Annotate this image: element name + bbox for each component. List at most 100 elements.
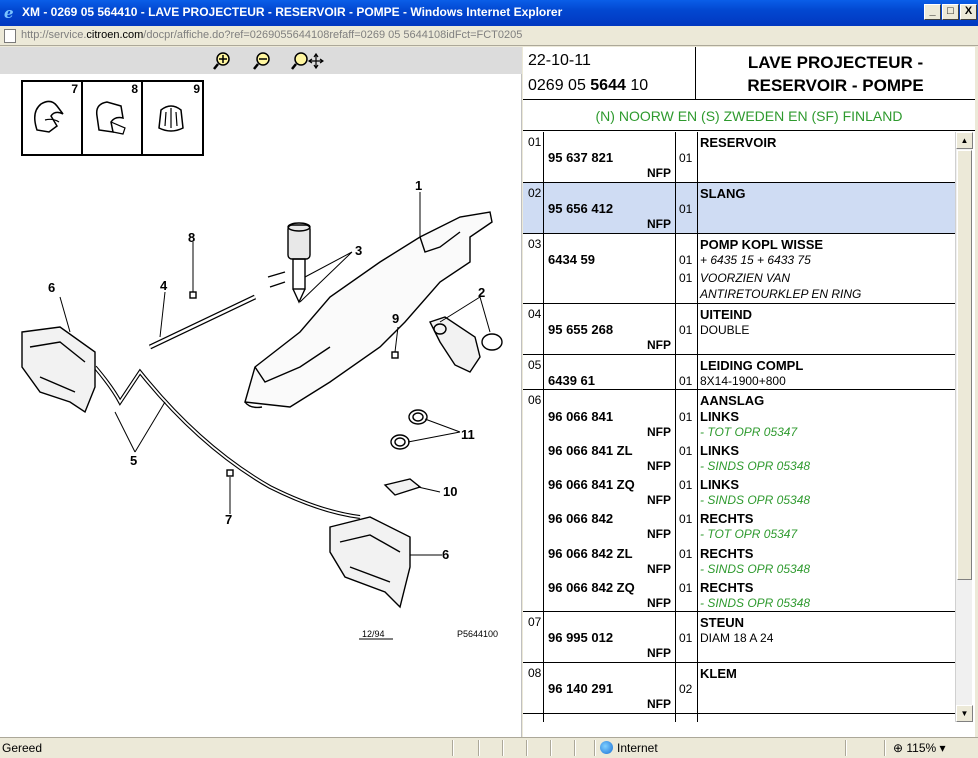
table-row-selected[interactable]: 02 95 656 412 NFP 01 SLANG	[523, 183, 955, 234]
table-row-partial[interactable]	[523, 714, 955, 722]
parts-header: 22-10-11 0269 05 5644 10 LAVE PROJECTEUR…	[523, 47, 975, 100]
quantity: 01	[679, 151, 693, 165]
callout-11: 11	[461, 427, 475, 442]
quantity: 01	[679, 547, 693, 561]
part-description: RESERVOIR	[700, 135, 777, 150]
table-row[interactable]: 07 96 995 012 NFP 01 STEUN DIAM 18 A 24	[523, 612, 955, 663]
part-number: 96 066 842	[548, 511, 614, 526]
nfp-flag: NFP	[647, 425, 671, 439]
scrollbar-thumb[interactable]	[957, 150, 972, 580]
callout-1: 1	[415, 178, 422, 193]
variant-description: LINKS	[700, 443, 739, 458]
part-note: VOORZIEN VAN	[700, 271, 791, 285]
row-index: 05	[528, 358, 542, 372]
part-note: 8X14-1900+800	[700, 374, 786, 388]
quantity: 01	[679, 271, 693, 285]
part-description: POMP KOPL WISSE	[700, 237, 824, 252]
nfp-flag: NFP	[647, 646, 671, 660]
variant-note: - SINDS OPR 05348	[700, 459, 811, 473]
quantity: 01	[679, 478, 693, 492]
variant-note: - SINDS OPR 05348	[700, 596, 811, 610]
globe-icon	[600, 741, 613, 754]
part-number: 96 140 291	[548, 681, 614, 696]
table-row[interactable]: 05 6439 61 01 LEIDING COMPL 8X14-1900+80…	[523, 355, 955, 390]
page-icon	[4, 29, 16, 43]
table-row[interactable]: 03 6434 59 01 01 POMP KOPL WISSE + 6435 …	[523, 234, 955, 304]
nfp-flag: NFP	[647, 527, 671, 541]
nfp-flag: NFP	[647, 562, 671, 576]
variant-description: LINKS	[700, 477, 739, 492]
minimize-button[interactable]: _	[924, 4, 941, 20]
callout-6: 6	[48, 280, 55, 295]
row-index: 07	[528, 615, 542, 629]
variant-note: - TOT OPR 05347	[700, 425, 798, 439]
quantity: 01	[679, 374, 693, 388]
quantity: 01	[679, 410, 693, 424]
table-row[interactable]: 06 AANSLAG 96 066 841 NFP 01 LINKS - TOT…	[523, 390, 955, 612]
zoom-level[interactable]: ⊕ 115% ▾	[893, 741, 946, 755]
part-note: DOUBLE	[700, 323, 750, 337]
row-index: 01	[528, 135, 542, 149]
status-text: Gereed	[2, 741, 43, 755]
page-title: LAVE PROJECTEUR - RESERVOIR - POMPE	[747, 53, 924, 95]
part-description: AANSLAG	[700, 393, 765, 408]
part-number: 96 066 842 ZQ	[548, 580, 635, 595]
part-note: ANTIRETOURKLEP EN RING	[700, 287, 862, 301]
exploded-parts-diagram: 1 2 3 4 5 6 6 7 8 9 10 11 12/94 P5644100	[21, 178, 503, 640]
diagram-code: P5644100	[457, 629, 498, 639]
variant-description: RECHTS	[700, 546, 754, 561]
part-description: LEIDING COMPL	[700, 358, 804, 373]
part-number: 95 655 268	[548, 322, 614, 337]
part-number: 96 066 841 ZQ	[548, 477, 635, 492]
nfp-flag: NFP	[647, 596, 671, 610]
print-date: 22-10-11	[528, 52, 591, 69]
country-restriction: (N) NOORW EN (S) ZWEDEN EN (SF) FINLAND	[523, 101, 975, 131]
ie-logo-icon: e	[4, 4, 14, 22]
table-row[interactable]: 01 95 637 821 NFP 01 RESERVOIR	[523, 132, 955, 183]
window-title: XM - 0269 05 564410 - LAVE PROJECTEUR - …	[22, 5, 563, 19]
variant-description: RECHTS	[700, 580, 754, 595]
part-number: 95 656 412	[548, 201, 614, 216]
maximize-button[interactable]: □	[942, 4, 959, 20]
table-row[interactable]: 04 95 655 268 NFP 01 UITEIND DOUBLE	[523, 304, 955, 355]
security-zone[interactable]: Internet	[600, 741, 658, 755]
scroll-down-arrow-icon[interactable]: ▼	[956, 705, 973, 722]
part-note: DIAM 18 A 24	[700, 631, 774, 645]
callout-8: 8	[188, 230, 195, 245]
callout-3: 3	[355, 243, 362, 258]
nfp-flag: NFP	[647, 166, 671, 180]
window-titlebar: e XM - 0269 05 564410 - LAVE PROJECTEUR …	[0, 0, 978, 26]
date-stamp: 12/94	[362, 629, 385, 639]
part-description: KLEM	[700, 666, 737, 681]
part-number: 96 066 841 ZL	[548, 443, 633, 458]
variant-note: - SINDS OPR 05348	[700, 493, 811, 507]
quantity: 01	[679, 444, 693, 458]
callout-5: 5	[130, 453, 137, 468]
table-row[interactable]: 08 96 140 291 NFP 02 KLEM	[523, 663, 955, 714]
quantity: 01	[679, 581, 693, 595]
close-button[interactable]: X	[960, 4, 977, 20]
part-number: 95 637 821	[548, 150, 614, 165]
row-index: 03	[528, 237, 542, 251]
part-number: 6434 59	[548, 252, 595, 267]
status-bar: Gereed Internet ⊕ 115% ▾	[0, 737, 978, 758]
quantity: 01	[679, 253, 693, 267]
quantity: 01	[679, 202, 693, 216]
part-number: 96 995 012	[548, 630, 614, 645]
address-bar[interactable]: http://service.citroen.com/docpr/affiche…	[0, 26, 978, 46]
url-text[interactable]: http://service.citroen.com/docpr/affiche…	[21, 29, 522, 41]
part-description: STEUN	[700, 615, 745, 630]
quantity: 02	[679, 682, 693, 696]
variant-note: - SINDS OPR 05348	[700, 562, 811, 576]
parts-list-pane: 22-10-11 0269 05 5644 10 LAVE PROJECTEUR…	[523, 47, 975, 737]
nfp-flag: NFP	[647, 493, 671, 507]
vertical-scrollbar[interactable]: ▲ ▼	[955, 132, 973, 722]
part-number: 6439 61	[548, 373, 595, 388]
row-index: 04	[528, 307, 542, 321]
parts-table: 01 95 637 821 NFP 01 RESERVOIR 02 95 656…	[523, 132, 955, 722]
variant-description: LINKS	[700, 409, 739, 424]
part-note: + 6435 15 + 6433 75	[700, 253, 811, 267]
scroll-up-arrow-icon[interactable]: ▲	[956, 132, 973, 149]
callout-9: 9	[392, 311, 399, 326]
callout-6b: 6	[442, 547, 449, 562]
